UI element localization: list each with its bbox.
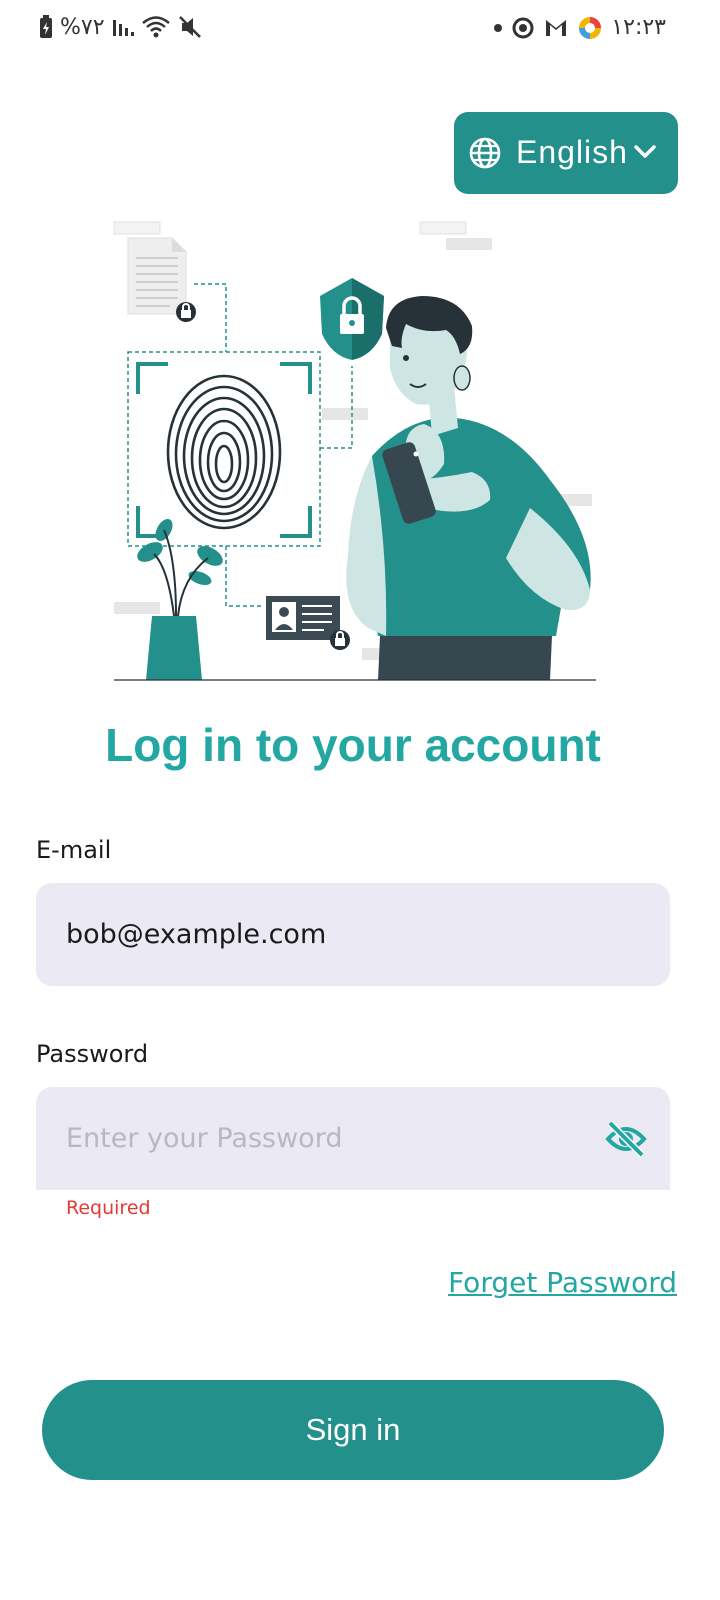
gmail-icon [546,20,567,36]
wifi-icon [141,16,170,38]
email-field[interactable] [66,883,606,986]
app-circle-icon [512,17,534,39]
forgot-password-link[interactable]: Forget Password [448,1266,677,1299]
app-colorful-icon [579,17,602,39]
password-error-text: Required [66,1197,151,1219]
mute-icon [178,16,201,38]
email-field-container [36,883,670,986]
password-field-container [36,1087,670,1190]
password-label: Password [36,1040,149,1068]
battery-percent: %۷۲ [60,14,105,40]
status-bar: %۷۲ ۱۲:۲۳ [0,0,720,60]
language-selector[interactable]: English [454,112,678,194]
email-label: E-mail [36,836,112,864]
chevron-down-icon [634,145,656,158]
login-screen: %۷۲ ۱۲:۲۳ English Log in to your account… [0,0,720,1600]
status-bar-right: ۱۲:۲۳ [493,14,666,40]
sign-in-label: Sign in [305,1412,401,1447]
signal-icon [112,20,134,36]
password-field[interactable] [66,1087,606,1190]
sign-in-button[interactable]: Sign in [42,1380,664,1480]
notification-dot-icon [494,24,503,32]
language-label: English [516,134,628,170]
status-bar-left: %۷۲ [38,14,203,40]
visibility-off-icon[interactable] [604,1119,648,1159]
clock: ۱۲:۲۳ [611,14,666,40]
page-title: Log in to your account [105,719,601,771]
fingerprint-security-illustration [113,221,596,681]
battery-icon [40,15,52,38]
globe-icon [469,137,501,169]
